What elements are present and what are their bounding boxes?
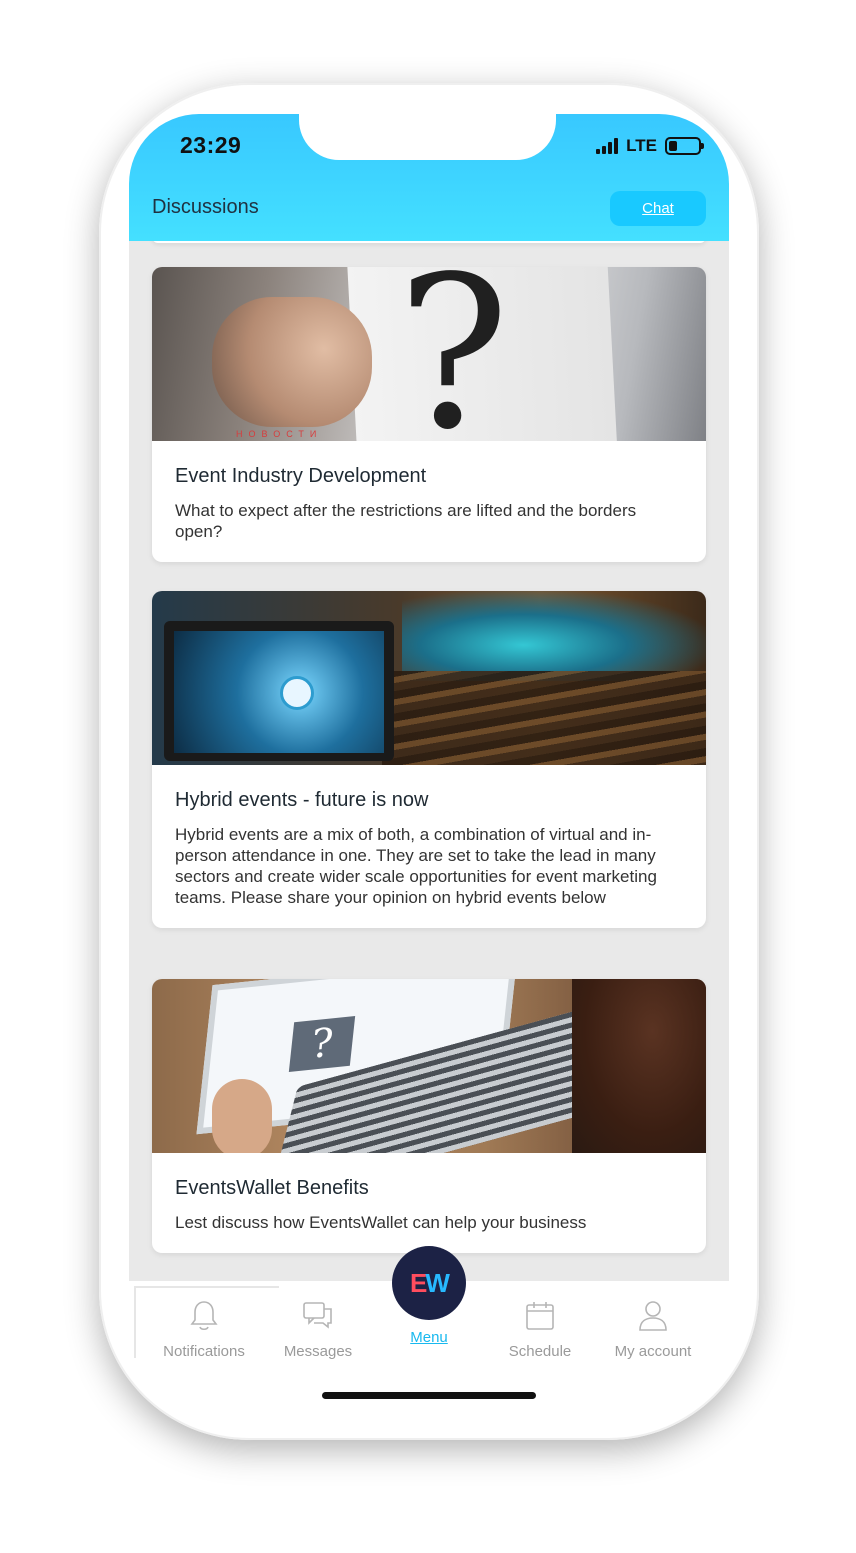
card-description: Hybrid events are a mix of both, a combi…: [175, 825, 657, 907]
card-title: Event Industry Development: [175, 465, 427, 487]
calendar-icon: [526, 1302, 554, 1330]
card-image-laptop: ?: [152, 979, 706, 1153]
battery-icon: [665, 137, 704, 155]
home-indicator[interactable]: [322, 1392, 536, 1399]
tab-label: Schedule: [508, 1343, 572, 1360]
header-bar: 23:29 LTE Discussions Chat: [129, 114, 729, 241]
chat-button[interactable]: Chat: [610, 191, 706, 226]
card-description: What to expect after the restrictions ar…: [175, 501, 637, 541]
card-description: Lest discuss how EventsWallet can help y…: [175, 1213, 587, 1232]
question-mark-icon: ?: [397, 267, 510, 441]
tab-my-account[interactable]: My account: [593, 1299, 713, 1360]
status-icons: LTE: [596, 136, 704, 156]
logo-letter-w: W: [425, 1267, 450, 1298]
network-type: LTE: [626, 136, 657, 155]
tab-menu[interactable]: Menu: [369, 1329, 489, 1346]
question-mark-icon: ?: [288, 1016, 356, 1072]
tab-label: Notifications: [163, 1343, 245, 1360]
menu-logo-button[interactable]: EW: [392, 1246, 466, 1320]
chat-bubbles-icon: [303, 1302, 332, 1329]
previous-card-edge: [152, 241, 706, 243]
discussion-card[interactable]: ? НОВОСТИ Event Industry Development Wha…: [152, 267, 706, 562]
discussion-card[interactable]: ? EventsWallet Benefits Lest discuss how…: [152, 979, 706, 1253]
tab-label: My account: [614, 1343, 692, 1360]
tab-notifications[interactable]: Notifications: [144, 1299, 264, 1360]
discussions-list[interactable]: ? НОВОСТИ Event Industry Development Wha…: [129, 241, 729, 1281]
tab-messages[interactable]: Messages: [258, 1299, 378, 1360]
card-image-question: ? НОВОСТИ: [152, 267, 706, 441]
tab-schedule[interactable]: Schedule: [480, 1299, 600, 1360]
logo-letter-e: E: [410, 1267, 427, 1298]
page-title: Discussions: [152, 196, 259, 218]
signal-icon: [596, 138, 619, 154]
discussion-card[interactable]: Hybrid events - future is now Hybrid eve…: [152, 591, 706, 928]
status-time: 23:29: [180, 132, 242, 158]
tab-label: Menu: [410, 1329, 448, 1346]
user-icon: [639, 1301, 667, 1331]
bell-icon: [190, 1301, 218, 1331]
card-image-hybrid-event: [152, 591, 706, 765]
phone-notch: [299, 114, 556, 160]
card-title: Hybrid events - future is now: [175, 789, 429, 811]
user-icon: [280, 676, 314, 710]
tab-label: Messages: [283, 1343, 353, 1360]
app-screen: 23:29 LTE Discussions Chat ? НОВОСТИ Eve…: [129, 114, 729, 1410]
bottom-tab-bar: Notifications Messages EW Menu Schedule: [129, 1246, 729, 1410]
card-title: EventsWallet Benefits: [175, 1177, 369, 1199]
image-caption: НОВОСТИ: [236, 429, 323, 439]
